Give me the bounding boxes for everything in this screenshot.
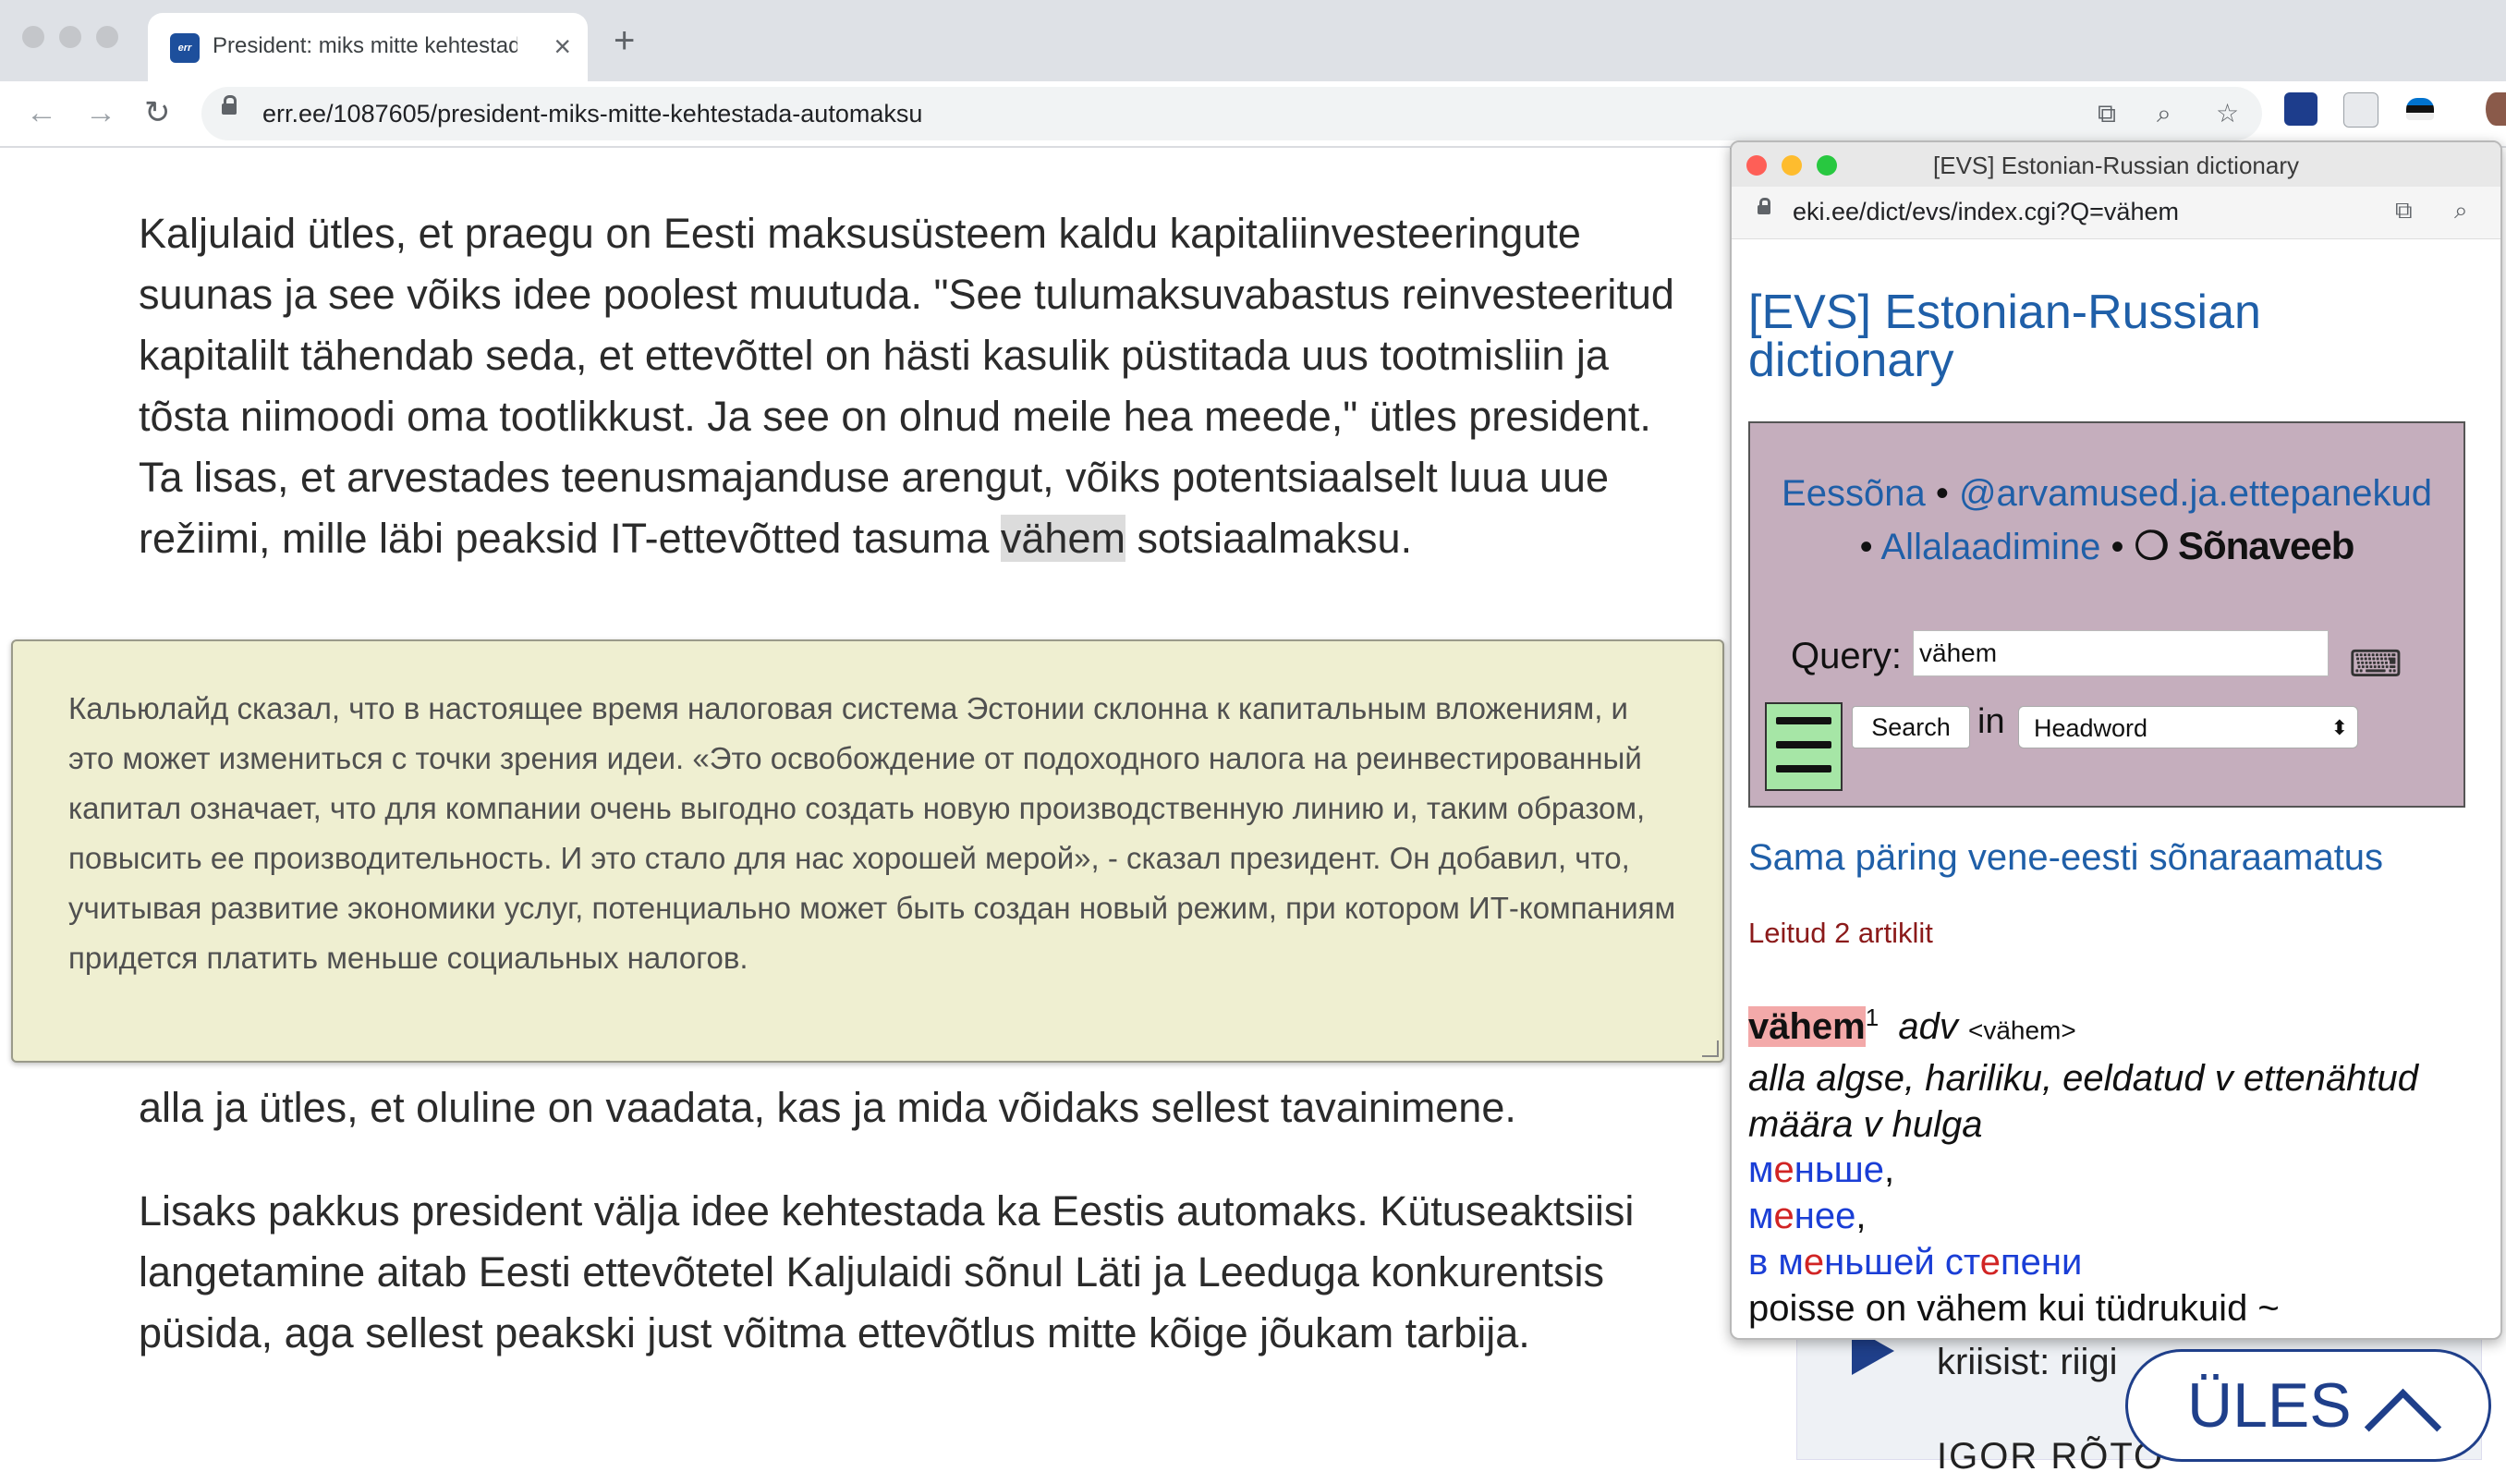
scroll-to-top-label: ÜLES bbox=[2187, 1370, 2352, 1441]
translation-text: ньше bbox=[1794, 1149, 1885, 1190]
dictionary-titlebar: [EVS] Estonian-Russian dictionary bbox=[1732, 142, 2500, 188]
translation-item: в меньшей степени bbox=[1748, 1242, 2082, 1283]
translation-text: нее bbox=[1794, 1196, 1856, 1236]
menu-bar bbox=[1776, 765, 1831, 772]
dictionary-url: eki.ee/dict/evs/index.cgi?Q=vähem bbox=[1793, 198, 2179, 225]
reverse-search-link[interactable]: Sama päring vene-eesti sõnaraamatus bbox=[1748, 837, 2383, 879]
results-count: Leitud 2 artiklit bbox=[1748, 917, 1933, 949]
menu-bar bbox=[1776, 741, 1831, 748]
url-text: err.ee/1087605/president-miks-mitte-keht… bbox=[262, 100, 923, 128]
translate-icon[interactable]: ⧉ bbox=[2395, 196, 2413, 225]
selected-word[interactable]: vähem bbox=[1000, 515, 1125, 562]
zoom-icon[interactable]: ⌕ bbox=[2454, 196, 2468, 225]
hamburger-menu-button[interactable] bbox=[1765, 702, 1843, 791]
search-button[interactable]: Search bbox=[1852, 706, 1970, 748]
translation-text: пени bbox=[2000, 1242, 2083, 1283]
new-tab-button[interactable]: + bbox=[614, 22, 635, 59]
separator: , bbox=[1855, 1196, 1867, 1236]
err-favicon-icon: err bbox=[170, 33, 200, 63]
translation-popup: Кальюлайд сказал, что в настоящее время … bbox=[11, 639, 1724, 1063]
query-input[interactable]: vähem bbox=[1913, 630, 2329, 676]
stress-mark: е bbox=[1773, 1196, 1794, 1236]
field-select-value: Headword bbox=[2034, 714, 2148, 742]
paragraph-text: Kaljulaid ütles, et praegu on Eesti maks… bbox=[139, 210, 1674, 562]
id-card-extension-icon[interactable] bbox=[2284, 92, 2317, 126]
article-paragraph: alla ja ütles, et oluline on vaadata, ka… bbox=[139, 1084, 1516, 1131]
select-arrows-icon: ⬍ bbox=[2330, 716, 2348, 739]
separator: , bbox=[1884, 1149, 1895, 1190]
minimize-window-button[interactable] bbox=[59, 26, 81, 48]
lock-icon bbox=[1758, 198, 1770, 214]
tab-title: President: miks mitte kehtestada automak… bbox=[213, 33, 517, 58]
entry-headword: vähem bbox=[1748, 1006, 1866, 1048]
sonaveeb-icon: ❍ bbox=[2134, 524, 2170, 567]
dictionary-window: [EVS] Estonian-Russian dictionary eki.ee… bbox=[1730, 140, 2502, 1340]
translate-extension-icon[interactable] bbox=[2343, 92, 2378, 128]
zoom-window-button[interactable] bbox=[96, 26, 118, 48]
stress-mark: е bbox=[1803, 1242, 1825, 1283]
tab-close-icon[interactable]: × bbox=[554, 28, 571, 65]
stress-mark: е bbox=[1979, 1242, 2001, 1283]
address-bar[interactable]: err.ee/1087605/president-miks-mitte-keht… bbox=[201, 87, 2262, 140]
paragraph-text-end: sotsiaalmaksu. bbox=[1125, 515, 1413, 562]
translate-icon[interactable]: ⧉ bbox=[2098, 98, 2116, 129]
scroll-to-top-button[interactable]: ÜLES bbox=[2125, 1349, 2491, 1466]
search-panel: Eessõna • @arvamused.ja.ettepanekud • Al… bbox=[1748, 421, 2465, 808]
close-window-button[interactable] bbox=[22, 26, 44, 48]
translation-item: меньше, bbox=[1748, 1149, 1894, 1191]
translation-text: Кальюлайд сказал, что в настоящее время … bbox=[68, 691, 1676, 975]
translation-text: в м bbox=[1748, 1242, 1804, 1283]
lock-icon bbox=[222, 95, 237, 115]
query-label: Query: bbox=[1791, 636, 1903, 676]
forward-arrow-icon[interactable]: → bbox=[85, 92, 116, 133]
translation-text: м bbox=[1748, 1149, 1774, 1190]
back-arrow-icon[interactable]: ← bbox=[26, 92, 57, 133]
related-article-author: IGOR RÕTO bbox=[1937, 1436, 2165, 1477]
dictionary-heading: [EVS] Estonian-Russian dictionary bbox=[1748, 286, 2261, 387]
translation-item: менее, bbox=[1748, 1196, 1866, 1237]
feedback-link[interactable]: @arvamused.ja.ettepanekud bbox=[1959, 473, 2432, 514]
sonaveeb-label: Sõnaveeb bbox=[2177, 524, 2354, 567]
part-of-speech: adv bbox=[1898, 1006, 1958, 1048]
separator: • bbox=[2100, 527, 2135, 567]
download-link[interactable]: Allalaadimine bbox=[1881, 527, 2101, 567]
translation-text: м bbox=[1748, 1196, 1774, 1236]
active-tab[interactable]: err President: miks mitte kehtestada aut… bbox=[148, 13, 588, 81]
separator: • bbox=[1925, 473, 1959, 514]
tab-bar: err President: miks mitte kehtestada aut… bbox=[0, 0, 2506, 81]
resize-handle-icon[interactable] bbox=[1702, 1040, 1719, 1057]
article-paragraph: Kaljulaid ütles, et praegu on Eesti maks… bbox=[139, 203, 1691, 569]
eessona-link[interactable]: Eessõna bbox=[1782, 473, 1926, 514]
browser-toolbar: ← → ↻ err.ee/1087605/president-miks-mitt… bbox=[0, 81, 2506, 148]
dictionary-window-title: [EVS] Estonian-Russian dictionary bbox=[1933, 152, 2299, 179]
entry-definition: alla algse, hariliku, eeldatud v ettenäh… bbox=[1748, 1058, 2418, 1145]
field-select[interactable]: Headword ⬍ bbox=[2018, 706, 2358, 748]
chevron-up-icon bbox=[2364, 1388, 2442, 1466]
dictionary-address-bar[interactable]: eki.ee/dict/evs/index.cgi?Q=vähem ⧉ ⌕ bbox=[1732, 187, 2500, 239]
reload-icon[interactable]: ↻ bbox=[144, 92, 171, 133]
zoom-icon[interactable]: ⌕ bbox=[2157, 98, 2171, 129]
in-label: in bbox=[1977, 702, 2005, 741]
top-links-row-2: • Allalaadimine • ❍ Sõnaveeb bbox=[1859, 524, 2355, 567]
estonian-flag-extension-icon[interactable] bbox=[2406, 98, 2434, 120]
top-links: Eessõna • @arvamused.ja.ettepanekud bbox=[1750, 473, 2463, 515]
entry-header: vähem1 adv <vähem> bbox=[1748, 1004, 2076, 1048]
homonym-number: 1 bbox=[1865, 1004, 1880, 1031]
stress-mark: е bbox=[1773, 1149, 1794, 1190]
menu-bar bbox=[1776, 717, 1831, 724]
bookmark-star-icon[interactable]: ☆ bbox=[2216, 98, 2239, 129]
profile-avatar[interactable] bbox=[2486, 92, 2506, 126]
related-article-title: kriisist: riigi bbox=[1937, 1342, 2118, 1382]
translation-text: ньшей ст bbox=[1824, 1242, 1980, 1283]
article-paragraph: Lisaks pakkus president välja idee kehte… bbox=[139, 1187, 1635, 1356]
sonaveeb-logo[interactable]: ❍ Sõnaveeb bbox=[2134, 524, 2355, 567]
entry-example: poisse on vähem kui tüdrukuid ~ bbox=[1748, 1288, 2280, 1329]
entry-form: <vähem> bbox=[1967, 1016, 2076, 1045]
keyboard-icon[interactable]: ⌨ bbox=[2349, 643, 2403, 686]
